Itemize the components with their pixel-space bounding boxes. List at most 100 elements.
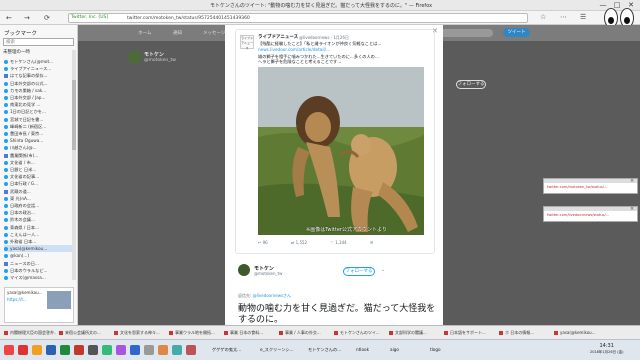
sidebar-bookmark-item[interactable]: 日本外交部の公式... — [4, 80, 72, 87]
sidebar-bookmark-item[interactable]: 日政府の会話... — [4, 202, 72, 209]
sidebar-bookmark-item[interactable]: マイス(@massa... — [4, 274, 72, 281]
acrobat-icon[interactable] — [18, 345, 28, 355]
media-icon[interactable] — [116, 345, 126, 355]
motoken-avatar[interactable] — [238, 264, 250, 276]
sidebar-bookmark-item[interactable]: Shinta Oguwa... — [4, 137, 72, 144]
taskbar-item[interactable]: e_スクリーンシ... — [260, 344, 304, 356]
quoted-link[interactable]: news.livedoor.com/article/detail/... — [258, 47, 330, 52]
close-icon[interactable]: × — [630, 178, 634, 184]
nav-messages[interactable]: メッセージ — [203, 30, 225, 36]
browser-tab[interactable]: ホ 日本の情報... — [499, 328, 551, 338]
paint-icon[interactable] — [158, 345, 168, 355]
browser-tab[interactable]: 文部科学の閣議... — [389, 328, 441, 338]
browser-tab[interactable]: モトケンさんのツイ... — [334, 328, 386, 338]
message-icon[interactable]: ✉ — [370, 240, 373, 245]
follow-button[interactable]: フォローする — [343, 267, 375, 276]
sidebar-bookmark-item[interactable]: 外務省 日本... — [4, 238, 72, 245]
files-icon[interactable] — [102, 345, 112, 355]
quoted-author-name[interactable]: ライブドアニュース — [258, 34, 298, 40]
sidebar-bookmark-item[interactable]: 日本外交部 / Jap... — [4, 94, 72, 101]
sidebar-bookmark-item[interactable]: こえんは一人... — [4, 231, 72, 238]
sidebar-bookmark-item[interactable]: 東 光(nA... — [4, 195, 72, 202]
browser-tab[interactable]: 事業 / 人事の外交... — [279, 328, 331, 338]
close-icon[interactable]: × — [630, 206, 634, 212]
sidebar-bookmark-item[interactable]: 日本行政 / G... — [4, 180, 72, 187]
quoted-tweet[interactable]: ライブドアニュース ライブドアニュース @livedoornews · 1月26… — [235, 29, 435, 254]
like-count[interactable]: ♡ 1,344 — [330, 240, 346, 245]
sidebar-bookmark-item[interactable]: 青森県 / 日本... — [4, 224, 72, 231]
bookmark-folder[interactable]: 未整理の一時 — [3, 50, 30, 56]
menu-icon[interactable]: ☰ — [580, 13, 586, 21]
sidebar-bookmark-item[interactable]: 南東北の見学 ... — [4, 101, 72, 108]
profile-avatar[interactable] — [128, 50, 142, 64]
twitter-icon — [4, 175, 8, 180]
sidebar-bookmark-item[interactable]: 文化省の記事... — [4, 173, 72, 180]
link-popup-1[interactable]: × twitter.com/motoken_tw/status/... — [543, 178, 638, 194]
lion-photo[interactable] — [258, 67, 424, 235]
sidebar-bookmark-item[interactable]: 1日の日記とかを... — [4, 108, 72, 115]
sidebar-bookmark-item[interactable]: 宮城で日記を書... — [4, 116, 72, 123]
taskbar-item[interactable]: モトケンさんの... — [308, 344, 352, 356]
sidebar-bookmark-item[interactable]: ニュースの日... — [4, 260, 72, 267]
reload-button[interactable]: ⟳ — [44, 14, 50, 22]
terminal-icon[interactable] — [88, 345, 98, 355]
editor-icon[interactable] — [186, 345, 196, 355]
browser-tab[interactable]: 文化を思索する神々... — [114, 328, 166, 338]
sidebar-bookmark-item[interactable]: 鈴木の会議... — [4, 216, 72, 223]
browser-tab[interactable]: 日本語をサポート... — [444, 328, 496, 338]
sidebar-bookmark-item[interactable]: yasa(@kemikou... — [4, 245, 72, 253]
popup-link[interactable]: twitter.com/livedoornews/status/... — [547, 213, 609, 217]
link-popup-2[interactable]: × twitter.com/livedoornews/status/... — [543, 206, 638, 222]
sidebar-bookmark-item[interactable]: 日本のウラルなど... — [4, 267, 72, 274]
chevron-down-icon[interactable]: ⌄ — [381, 267, 385, 273]
mail-icon[interactable] — [172, 345, 182, 355]
popup-link[interactable]: twitter.com/motoken_tw/status/... — [547, 185, 607, 189]
browser-tab[interactable]: 来宿公会議所文の... — [59, 328, 111, 338]
sidebar-bookmark-item[interactable]: 農業関係(市)... — [4, 152, 72, 159]
browser-tab[interactable]: 事業ウラル地を開拓... — [169, 328, 221, 338]
taskbar-item[interactable]: tlogo — [430, 344, 460, 356]
profile-follow-button[interactable]: フォローする — [456, 80, 486, 89]
twitter-search-input[interactable] — [438, 29, 493, 37]
excel-icon[interactable] — [60, 345, 70, 355]
more-actions-icon[interactable]: ⋯ — [560, 13, 567, 21]
app-launcher-icon[interactable] — [4, 345, 14, 355]
sidebar-bookmark-item[interactable]: 川越さん(@... — [4, 144, 72, 151]
tweet-button[interactable]: ツイート — [503, 28, 530, 37]
sidebar-bookmark-item[interactable]: @kan(...) — [4, 252, 72, 259]
powerpoint-icon[interactable] — [74, 345, 84, 355]
clock[interactable]: 14:31 2018年1月26日 (金) — [590, 343, 623, 355]
sidebar-bookmark-item[interactable]: 武蔵の道... — [4, 188, 72, 195]
sidebar-bookmark-item[interactable]: 峰崎新二 (新宿区... — [4, 123, 72, 130]
reply-count[interactable]: ↩ 96 — [258, 240, 268, 245]
nav-home[interactable]: ホーム — [138, 30, 151, 36]
sidebar-bookmark-item[interactable]: 日本の政治... — [4, 209, 72, 216]
sidebar-bookmark-item[interactable]: 日銀と 日米... — [4, 166, 72, 173]
forward-button[interactable]: → — [24, 14, 30, 22]
nav-notifications[interactable]: 通知 — [173, 30, 182, 36]
sidebar-bookmark-item[interactable]: カモの巣箱 / sak... — [4, 87, 72, 94]
browser-tab[interactable]: yasa(@kemikou... — [554, 328, 606, 338]
sidebar-scrollbar[interactable] — [72, 50, 76, 280]
taskbar-item[interactable]: aigo — [390, 344, 420, 356]
taskbar-item[interactable]: ゲゲゲの鬼太... — [212, 344, 256, 356]
profile-name[interactable]: モトケン — [144, 51, 164, 58]
sidebar-bookmark-item[interactable]: 文化省 / 市... — [4, 159, 72, 166]
chrome-icon[interactable] — [130, 345, 140, 355]
sidebar-bookmark-item[interactable]: はてな記事の保存... — [4, 72, 72, 79]
sidebar-bookmark-item[interactable]: モトケンさん(@mot... — [4, 58, 72, 65]
sidebar-bookmark-item[interactable]: ライブアイニュース... — [4, 65, 72, 72]
calculator-icon[interactable] — [144, 345, 154, 355]
browser-tab[interactable]: 事業 日本の食料... — [224, 328, 276, 338]
firefox-icon[interactable] — [32, 345, 42, 355]
bookmark-star-icon[interactable]: ☆ — [540, 13, 546, 21]
back-button[interactable]: ← — [6, 14, 12, 22]
url-bar[interactable]: Twitter, Inc. [US] twitter.com/motoken_t… — [68, 13, 528, 23]
browser-tab[interactable]: 内閣総理大臣の国会答弁... — [4, 328, 56, 338]
retweet-count[interactable]: ⇄ 1,552 — [291, 240, 307, 245]
taskbar-item[interactable]: ntlook — [356, 344, 386, 356]
sidebar-search-input[interactable]: 検索 — [3, 38, 74, 46]
reply-to-link[interactable]: @livedoornewsさん — [253, 293, 291, 298]
word-icon[interactable] — [46, 345, 56, 355]
sidebar-bookmark-item[interactable]: 豊田市長 / 東京... — [4, 130, 72, 137]
